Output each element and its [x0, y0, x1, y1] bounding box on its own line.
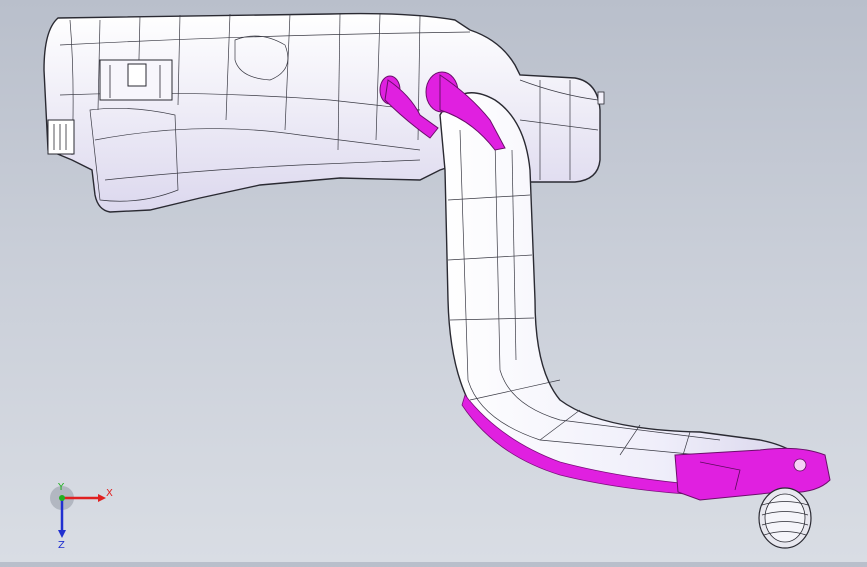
vent-post: [597, 91, 605, 105]
x-axis-label: X: [106, 488, 113, 499]
z-axis-label: Z: [58, 540, 65, 550]
filler-neck-flange[interactable]: [674, 447, 831, 501]
filler-pipe[interactable]: [439, 92, 831, 549]
y-axis-label: Y: [57, 482, 65, 493]
cad-3d-viewport[interactable]: X Y Z: [0, 0, 867, 562]
y-axis-point: [59, 495, 65, 501]
coordinate-triad: X Y Z: [40, 480, 120, 551]
model-canvas[interactable]: [0, 0, 867, 562]
filler-cap[interactable]: [758, 487, 812, 549]
